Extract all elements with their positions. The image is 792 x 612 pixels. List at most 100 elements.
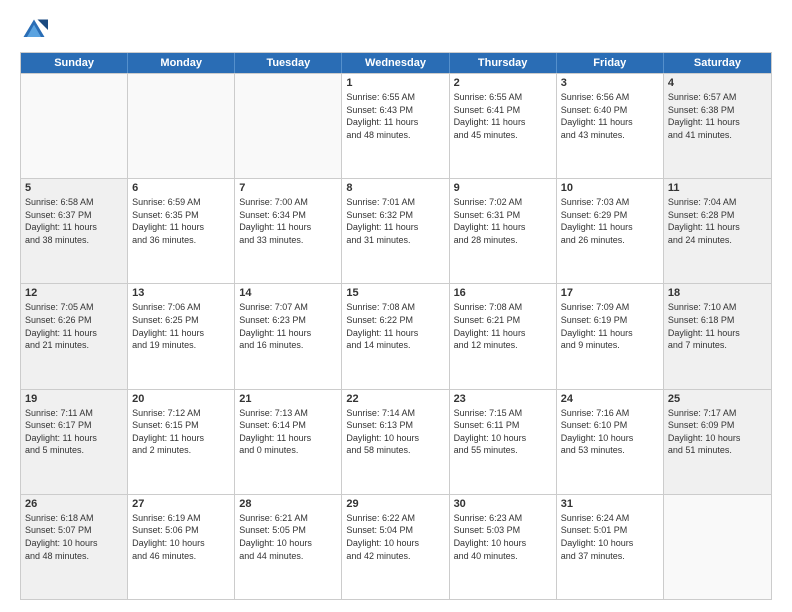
calendar-cell: 2Sunrise: 6:55 AM Sunset: 6:41 PM Daylig… <box>450 74 557 178</box>
day-number: 24 <box>561 393 659 405</box>
calendar-cell <box>235 74 342 178</box>
day-number: 5 <box>25 182 123 194</box>
day-number: 17 <box>561 287 659 299</box>
day-number: 6 <box>132 182 230 194</box>
day-number: 8 <box>346 182 444 194</box>
cell-info: Sunrise: 6:19 AM Sunset: 5:06 PM Dayligh… <box>132 512 230 562</box>
cell-info: Sunrise: 6:55 AM Sunset: 6:43 PM Dayligh… <box>346 91 444 141</box>
cell-info: Sunrise: 6:23 AM Sunset: 5:03 PM Dayligh… <box>454 512 552 562</box>
day-number: 16 <box>454 287 552 299</box>
day-number: 22 <box>346 393 444 405</box>
calendar-cell: 29Sunrise: 6:22 AM Sunset: 5:04 PM Dayli… <box>342 495 449 599</box>
calendar-cell: 19Sunrise: 7:11 AM Sunset: 6:17 PM Dayli… <box>21 390 128 494</box>
cell-info: Sunrise: 6:21 AM Sunset: 5:05 PM Dayligh… <box>239 512 337 562</box>
calendar-cell: 11Sunrise: 7:04 AM Sunset: 6:28 PM Dayli… <box>664 179 771 283</box>
day-number: 3 <box>561 77 659 89</box>
cell-info: Sunrise: 7:12 AM Sunset: 6:15 PM Dayligh… <box>132 407 230 457</box>
header-day-tuesday: Tuesday <box>235 53 342 73</box>
calendar-cell: 15 Sunrise: 7:08 AM Sunset: 6:22 PM Dayli… <box>342 284 449 388</box>
cell-info: Sunrise: 7:17 AM Sunset: 6:09 PM Dayligh… <box>668 407 767 457</box>
cell-info: Sunrise: 7:06 AM Sunset: 6:25 PM Dayligh… <box>132 301 230 351</box>
calendar-cell: 27 Sunrise: 6:19 AM Sunset: 5:06 PM Dayli… <box>128 495 235 599</box>
calendar-cell: 28 Sunrise: 6:21 AM Sunset: 5:05 PM Dayli… <box>235 495 342 599</box>
calendar-cell: 10 Sunrise: 7:03 AM Sunset: 6:29 PM Dayli… <box>557 179 664 283</box>
cell-info: Sunrise: 7:13 AM Sunset: 6:14 PM Dayligh… <box>239 407 337 457</box>
cell-info: Sunrise: 6:56 AM Sunset: 6:40 PM Dayligh… <box>561 91 659 141</box>
header-day-monday: Monday <box>128 53 235 73</box>
header-day-sunday: Sunday <box>21 53 128 73</box>
cell-info: Sunrise: 6:59 AM Sunset: 6:35 PM Dayligh… <box>132 196 230 246</box>
cell-info: Sunrise: 6:24 AM Sunset: 5:01 PM Dayligh… <box>561 512 659 562</box>
calendar-cell: 1 Sunrise: 6:55 AM Sunset: 6:43 PM Daylig… <box>342 74 449 178</box>
day-number: 25 <box>668 393 767 405</box>
calendar-row-3: 19Sunrise: 7:11 AM Sunset: 6:17 PM Dayli… <box>21 389 771 494</box>
cell-info: Sunrise: 7:08 AM Sunset: 6:22 PM Dayligh… <box>346 301 444 351</box>
calendar-cell: 17 Sunrise: 7:09 AM Sunset: 6:19 PM Dayli… <box>557 284 664 388</box>
day-number: 27 <box>132 498 230 510</box>
cell-info: Sunrise: 7:15 AM Sunset: 6:11 PM Dayligh… <box>454 407 552 457</box>
day-number: 1 <box>346 77 444 89</box>
logo-icon <box>20 16 48 44</box>
day-number: 29 <box>346 498 444 510</box>
calendar-cell: 8 Sunrise: 7:01 AM Sunset: 6:32 PM Daylig… <box>342 179 449 283</box>
calendar-cell: 3 Sunrise: 6:56 AM Sunset: 6:40 PM Daylig… <box>557 74 664 178</box>
day-number: 26 <box>25 498 123 510</box>
calendar-cell: 23 Sunrise: 7:15 AM Sunset: 6:11 PM Dayli… <box>450 390 557 494</box>
header <box>20 16 772 44</box>
day-number: 23 <box>454 393 552 405</box>
header-day-saturday: Saturday <box>664 53 771 73</box>
day-number: 15 <box>346 287 444 299</box>
calendar-cell: 21 Sunrise: 7:13 AM Sunset: 6:14 PM Dayli… <box>235 390 342 494</box>
day-number: 7 <box>239 182 337 194</box>
calendar-cell: 12 Sunrise: 7:05 AM Sunset: 6:26 PM Dayli… <box>21 284 128 388</box>
cell-info: Sunrise: 7:03 AM Sunset: 6:29 PM Dayligh… <box>561 196 659 246</box>
calendar-header: SundayMondayTuesdayWednesdayThursdayFrid… <box>21 53 771 73</box>
calendar-cell: 20 Sunrise: 7:12 AM Sunset: 6:15 PM Dayli… <box>128 390 235 494</box>
day-number: 13 <box>132 287 230 299</box>
cell-info: Sunrise: 6:55 AM Sunset: 6:41 PM Dayligh… <box>454 91 552 141</box>
cell-info: Sunrise: 6:57 AM Sunset: 6:38 PM Dayligh… <box>668 91 767 141</box>
cell-info: Sunrise: 7:04 AM Sunset: 6:28 PM Dayligh… <box>668 196 767 246</box>
cell-info: Sunrise: 7:09 AM Sunset: 6:19 PM Dayligh… <box>561 301 659 351</box>
cell-info: Sunrise: 7:01 AM Sunset: 6:32 PM Dayligh… <box>346 196 444 246</box>
calendar-cell: 4 Sunrise: 6:57 AM Sunset: 6:38 PM Daylig… <box>664 74 771 178</box>
page: SundayMondayTuesdayWednesdayThursdayFrid… <box>0 0 792 612</box>
header-day-friday: Friday <box>557 53 664 73</box>
day-number: 14 <box>239 287 337 299</box>
calendar-cell <box>128 74 235 178</box>
cell-info: Sunrise: 7:07 AM Sunset: 6:23 PM Dayligh… <box>239 301 337 351</box>
cell-info: Sunrise: 6:18 AM Sunset: 5:07 PM Dayligh… <box>25 512 123 562</box>
calendar-cell: 22 Sunrise: 7:14 AM Sunset: 6:13 PM Dayli… <box>342 390 449 494</box>
cell-info: Sunrise: 7:08 AM Sunset: 6:21 PM Dayligh… <box>454 301 552 351</box>
calendar-cell: 7 Sunrise: 7:00 AM Sunset: 6:34 PM Daylig… <box>235 179 342 283</box>
calendar-cell: 6 Sunrise: 6:59 AM Sunset: 6:35 PM Daylig… <box>128 179 235 283</box>
day-number: 20 <box>132 393 230 405</box>
calendar-cell: 5Sunrise: 6:58 AM Sunset: 6:37 PM Daylig… <box>21 179 128 283</box>
cell-info: Sunrise: 7:14 AM Sunset: 6:13 PM Dayligh… <box>346 407 444 457</box>
calendar-cell: 9Sunrise: 7:02 AM Sunset: 6:31 PM Daylig… <box>450 179 557 283</box>
calendar-cell <box>21 74 128 178</box>
calendar-cell: 24 Sunrise: 7:16 AM Sunset: 6:10 PM Dayli… <box>557 390 664 494</box>
day-number: 12 <box>25 287 123 299</box>
calendar-row-1: 5Sunrise: 6:58 AM Sunset: 6:37 PM Daylig… <box>21 178 771 283</box>
calendar-cell: 13 Sunrise: 7:06 AM Sunset: 6:25 PM Dayli… <box>128 284 235 388</box>
calendar-row-2: 12 Sunrise: 7:05 AM Sunset: 6:26 PM Dayli… <box>21 283 771 388</box>
calendar-body: 1 Sunrise: 6:55 AM Sunset: 6:43 PM Daylig… <box>21 73 771 599</box>
day-number: 9 <box>454 182 552 194</box>
header-day-thursday: Thursday <box>450 53 557 73</box>
cell-info: Sunrise: 7:00 AM Sunset: 6:34 PM Dayligh… <box>239 196 337 246</box>
day-number: 28 <box>239 498 337 510</box>
day-number: 10 <box>561 182 659 194</box>
cell-info: Sunrise: 7:16 AM Sunset: 6:10 PM Dayligh… <box>561 407 659 457</box>
cell-info: Sunrise: 7:05 AM Sunset: 6:26 PM Dayligh… <box>25 301 123 351</box>
calendar-row-4: 26 Sunrise: 6:18 AM Sunset: 5:07 PM Dayli… <box>21 494 771 599</box>
calendar-cell: 18Sunrise: 7:10 AM Sunset: 6:18 PM Dayli… <box>664 284 771 388</box>
day-number: 18 <box>668 287 767 299</box>
day-number: 31 <box>561 498 659 510</box>
day-number: 4 <box>668 77 767 89</box>
day-number: 30 <box>454 498 552 510</box>
day-number: 21 <box>239 393 337 405</box>
calendar-row-0: 1 Sunrise: 6:55 AM Sunset: 6:43 PM Daylig… <box>21 73 771 178</box>
cell-info: Sunrise: 7:11 AM Sunset: 6:17 PM Dayligh… <box>25 407 123 457</box>
calendar-cell: 14 Sunrise: 7:07 AM Sunset: 6:23 PM Dayli… <box>235 284 342 388</box>
